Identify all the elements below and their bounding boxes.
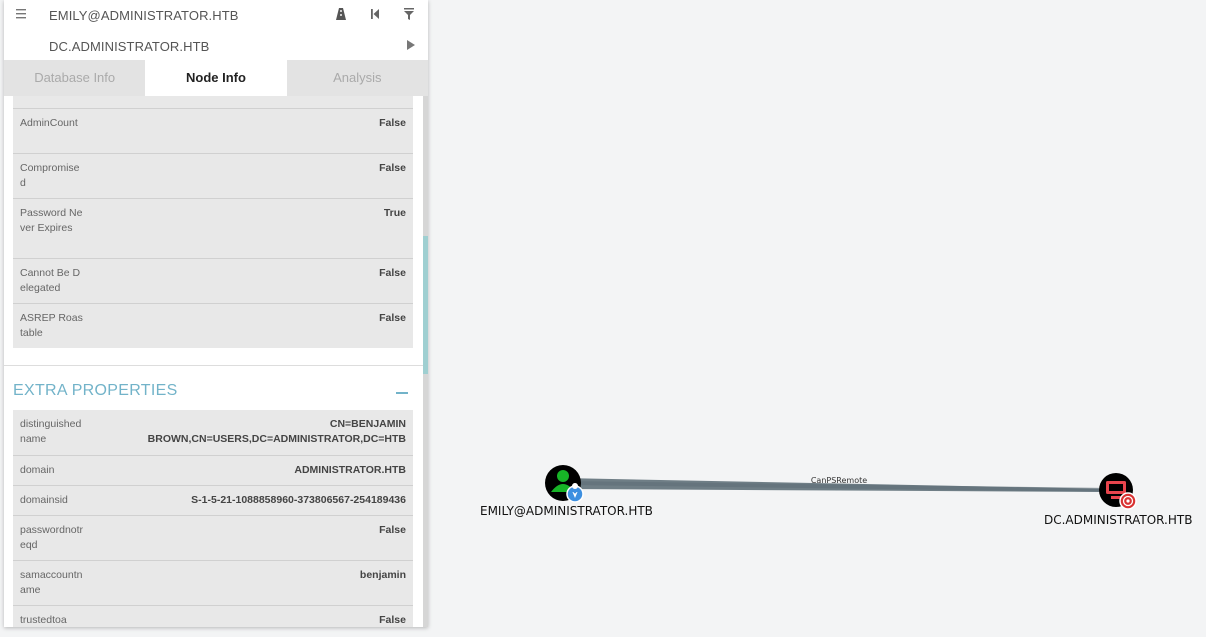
- tab-database-info[interactable]: Database Info: [4, 60, 146, 96]
- property-value: False: [379, 524, 406, 536]
- property-key: domainsid: [20, 494, 68, 506]
- back-icon[interactable]: [367, 6, 383, 22]
- table-row: AdminCount False: [13, 108, 413, 153]
- property-key: Password Never Expires: [20, 207, 83, 234]
- property-value: True: [383, 207, 406, 219]
- start-node-search[interactable]: EMILY@ADMINISTRATOR.HTB: [4, 0, 428, 30]
- play-icon[interactable]: [403, 37, 419, 53]
- tab-bar: Database Info Node Info Analysis: [4, 60, 428, 96]
- table-row: [13, 96, 413, 108]
- user-node[interactable]: [545, 465, 584, 503]
- property-value: S-1-5-21-1088858960-373806567-254189436: [191, 494, 406, 506]
- side-panel: EMILY@ADMINISTRATOR.HTB DC.ADMINISTRATOR…: [4, 0, 428, 627]
- property-key: trustedtoa: [20, 614, 67, 626]
- table-row: domain ADMINISTRATOR.HTB: [13, 455, 413, 485]
- property-key: Cannot Be Delegated: [20, 267, 81, 294]
- property-value: CN=BENJAMIN BROWN,CN=USERS,DC=ADMINISTRA…: [147, 418, 406, 445]
- table-row: samaccountname benjamin: [13, 560, 413, 605]
- target-marker-icon: [1119, 492, 1137, 510]
- property-key: ASREP Roastable: [20, 312, 83, 339]
- table-row: distinguishedname CN=BENJAMIN BROWN,CN=U…: [13, 410, 413, 455]
- property-value: False: [379, 312, 406, 324]
- property-value: benjamin: [359, 569, 406, 581]
- table-row: trustedtoa False: [13, 605, 413, 627]
- property-value: False: [379, 117, 406, 129]
- property-key: distinguishedname: [20, 418, 82, 445]
- extra-properties-title[interactable]: EXTRA PROPERTIES: [13, 382, 178, 400]
- property-value: False: [379, 267, 406, 279]
- computer-node-label: DC.ADMINISTRATOR.HTB: [1044, 513, 1193, 527]
- property-value: ADMINISTRATOR.HTB: [294, 464, 406, 476]
- property-value: False: [379, 162, 406, 174]
- table-row: passwordnotreqd False: [13, 515, 413, 560]
- user-node-label: EMILY@ADMINISTRATOR.HTB: [480, 504, 653, 518]
- table-row: ASREP Roastable False: [13, 303, 413, 348]
- table-row: domainsid S-1-5-21-1088858960-373806567-…: [13, 485, 413, 515]
- edge-label: CanPSRemote: [811, 476, 867, 485]
- start-node-input[interactable]: EMILY@ADMINISTRATOR.HTB: [49, 8, 239, 23]
- section-divider: [4, 365, 423, 366]
- filter-icon[interactable]: [401, 6, 417, 22]
- tab-node-info[interactable]: Node Info: [145, 60, 287, 96]
- property-key: Compromised: [20, 162, 80, 189]
- node-info-content[interactable]: AdminCount False Compromised False Passw…: [4, 96, 428, 627]
- property-key: domain: [20, 464, 55, 476]
- property-key: samaccountname: [20, 569, 83, 596]
- collapse-icon[interactable]: [396, 392, 408, 394]
- computer-node[interactable]: [1099, 473, 1137, 510]
- menu-icon[interactable]: [15, 6, 29, 22]
- target-node-search[interactable]: DC.ADMINISTRATOR.HTB: [4, 31, 428, 61]
- scrollbar-thumb[interactable]: [423, 236, 428, 374]
- pathfinding-icon[interactable]: [333, 6, 349, 22]
- tab-analysis[interactable]: Analysis: [286, 60, 428, 96]
- property-key: AdminCount: [20, 117, 78, 129]
- node-properties-table: AdminCount False Compromised False Passw…: [13, 96, 413, 348]
- target-node-input[interactable]: DC.ADMINISTRATOR.HTB: [49, 39, 209, 54]
- table-row: Compromised False: [13, 153, 413, 198]
- table-row: Password Never Expires True: [13, 198, 413, 258]
- property-value: False: [379, 614, 406, 626]
- property-key: passwordnotreqd: [20, 524, 84, 551]
- table-row: Cannot Be Delegated False: [13, 258, 413, 303]
- extra-properties-table: distinguishedname CN=BENJAMIN BROWN,CN=U…: [13, 410, 413, 627]
